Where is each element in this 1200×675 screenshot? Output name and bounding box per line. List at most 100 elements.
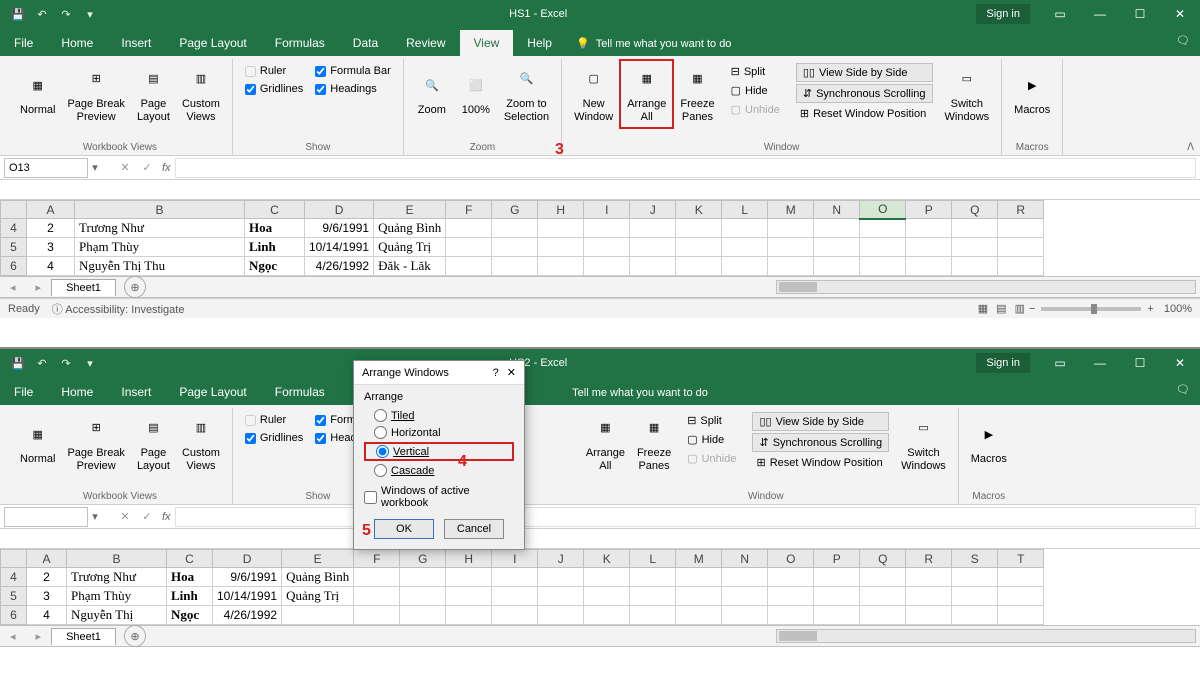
- hide-button[interactable]: ▢Hide: [727, 82, 784, 99]
- close-icon[interactable]: ✕: [1160, 0, 1200, 28]
- share-icon[interactable]: 🗨: [1176, 34, 1190, 47]
- headings-checkbox[interactable]: Headings: [315, 83, 391, 95]
- maximize-icon[interactable]: ☐: [1120, 0, 1160, 28]
- page-layout-button[interactable]: ▤Page Layout: [131, 59, 176, 129]
- save-icon[interactable]: 💾: [8, 4, 28, 24]
- switch-windows-button[interactable]: ▭Switch Windows: [895, 408, 952, 478]
- view-side-by-side-button[interactable]: ▯▯View Side by Side: [752, 412, 889, 431]
- qat-customize-icon[interactable]: ▾: [80, 353, 100, 373]
- minimize-icon[interactable]: —: [1080, 349, 1120, 377]
- zoom-in-icon[interactable]: +: [1147, 303, 1153, 315]
- tab-pagelayout[interactable]: Page Layout: [165, 379, 260, 405]
- split-button[interactable]: ⊟Split: [727, 63, 784, 80]
- custom-views-button[interactable]: ▥Custom Views: [176, 59, 226, 129]
- radio-horizontal[interactable]: Horizontal: [364, 424, 514, 441]
- tab-insert[interactable]: Insert: [107, 379, 165, 405]
- tab-review[interactable]: Review: [392, 30, 459, 56]
- save-icon[interactable]: 💾: [8, 353, 28, 373]
- cancel-entry-icon[interactable]: ✕: [114, 161, 136, 174]
- ruler-checkbox[interactable]: Ruler: [245, 414, 303, 426]
- accessibility-status[interactable]: ⓘ Accessibility: Investigate: [52, 301, 185, 317]
- view-pagebreak-icon[interactable]: ▥: [1015, 302, 1025, 315]
- tell-me-search[interactable]: 💡 Tell me what you want to do: [566, 31, 741, 56]
- confirm-entry-icon[interactable]: ✓: [136, 161, 158, 174]
- qat-customize-icon[interactable]: ▾: [80, 4, 100, 24]
- collapse-ribbon-icon[interactable]: ᐱ: [1187, 142, 1194, 153]
- gridlines-checkbox[interactable]: Gridlines: [245, 432, 303, 444]
- new-window-button[interactable]: ▢New Window: [568, 59, 619, 129]
- formula-input[interactable]: [175, 507, 1196, 527]
- radio-vertical[interactable]: Vertical: [364, 442, 514, 461]
- tab-formulas[interactable]: Formulas: [261, 30, 339, 56]
- ribbon-options-icon[interactable]: ▭: [1040, 349, 1080, 377]
- custom-views-button[interactable]: ▥Custom Views: [176, 408, 226, 478]
- page-layout-button[interactable]: ▤Page Layout: [131, 408, 176, 478]
- reset-window-position-button[interactable]: ⊞Reset Window Position: [752, 454, 889, 471]
- dialog-help-icon[interactable]: ?: [493, 367, 499, 379]
- normal-view-button[interactable]: ▦Normal: [14, 408, 61, 478]
- sheet-tab-1[interactable]: Sheet1: [51, 628, 116, 645]
- tab-file[interactable]: File: [0, 30, 47, 56]
- radio-cascade[interactable]: Cascade: [364, 462, 514, 479]
- arrange-all-button[interactable]: ▦Arrange All: [619, 59, 674, 129]
- normal-view-button[interactable]: ▦Normal: [14, 59, 61, 129]
- view-pagelayout-icon[interactable]: ▤: [996, 302, 1006, 315]
- macros-button[interactable]: ▶Macros: [1008, 59, 1056, 129]
- radio-tiled[interactable]: Tiled: [364, 407, 514, 424]
- maximize-icon[interactable]: ☐: [1120, 349, 1160, 377]
- redo-icon[interactable]: ↷: [56, 4, 76, 24]
- spreadsheet-grid-2[interactable]: ABCDEFGHIJKLMNOPQRST42Trương NhưHoa9/6/1…: [0, 549, 1200, 625]
- active-workbook-checkbox[interactable]: Windows of active workbook: [364, 485, 514, 509]
- tab-view[interactable]: View: [460, 30, 514, 56]
- formula-input[interactable]: [175, 158, 1196, 178]
- namebox-arrow-icon[interactable]: ▾: [88, 510, 102, 523]
- tab-nav-prev-icon[interactable]: ◂: [0, 630, 26, 643]
- cancel-button[interactable]: Cancel: [444, 519, 504, 539]
- tab-nav-next-icon[interactable]: ▸: [26, 630, 52, 643]
- zoom-100-button[interactable]: ⬜100%: [454, 59, 498, 129]
- tab-formulas[interactable]: Formulas: [261, 379, 339, 405]
- zoom-out-icon[interactable]: −: [1029, 303, 1035, 315]
- tab-help[interactable]: Help: [513, 30, 566, 56]
- ribbon-options-icon[interactable]: ▭: [1040, 0, 1080, 28]
- horizontal-scrollbar[interactable]: [776, 629, 1196, 643]
- namebox-arrow-icon[interactable]: ▾: [88, 161, 102, 174]
- horizontal-scrollbar[interactable]: [776, 280, 1196, 294]
- fx-icon[interactable]: fx: [162, 511, 171, 523]
- tab-data[interactable]: Data: [339, 30, 392, 56]
- add-sheet-button[interactable]: ⊕: [124, 625, 146, 647]
- signin-button[interactable]: Sign in: [976, 353, 1030, 373]
- page-break-preview-button[interactable]: ⊞Page Break Preview: [61, 59, 130, 129]
- zoom-slider[interactable]: [1041, 307, 1141, 311]
- redo-icon[interactable]: ↷: [56, 353, 76, 373]
- fx-icon[interactable]: fx: [162, 162, 171, 174]
- tab-insert[interactable]: Insert: [107, 30, 165, 56]
- split-button[interactable]: ⊟Split: [683, 412, 740, 429]
- confirm-entry-icon[interactable]: ✓: [136, 510, 158, 523]
- synchronous-scrolling-button[interactable]: ⇵Synchronous Scrolling: [796, 84, 933, 103]
- minimize-icon[interactable]: —: [1080, 0, 1120, 28]
- macros-button[interactable]: ▶Macros: [965, 408, 1013, 478]
- reset-window-position-button[interactable]: ⊞Reset Window Position: [796, 105, 933, 122]
- undo-icon[interactable]: ↶: [32, 353, 52, 373]
- tab-home[interactable]: Home: [47, 379, 107, 405]
- ruler-checkbox[interactable]: Ruler: [245, 65, 303, 77]
- undo-icon[interactable]: ↶: [32, 4, 52, 24]
- zoom-to-selection-button[interactable]: 🔍Zoom to Selection: [498, 59, 555, 129]
- tab-nav-prev-icon[interactable]: ◂: [0, 281, 26, 294]
- page-break-preview-button[interactable]: ⊞Page Break Preview: [61, 408, 130, 478]
- share-icon[interactable]: 🗨: [1176, 383, 1190, 396]
- tab-file[interactable]: File: [0, 379, 47, 405]
- switch-windows-button[interactable]: ▭Switch Windows: [939, 59, 996, 129]
- freeze-panes-button[interactable]: ▦Freeze Panes: [631, 408, 677, 478]
- add-sheet-button[interactable]: ⊕: [124, 276, 146, 298]
- formulabar-checkbox[interactable]: Formula Bar: [315, 65, 391, 77]
- view-normal-icon[interactable]: ▦: [978, 302, 988, 315]
- hide-button[interactable]: ▢Hide: [683, 431, 740, 448]
- signin-button[interactable]: Sign in: [976, 4, 1030, 24]
- name-box[interactable]: [4, 507, 88, 527]
- gridlines-checkbox[interactable]: Gridlines: [245, 83, 303, 95]
- dialog-close-icon[interactable]: ✕: [507, 366, 516, 379]
- tab-home[interactable]: Home: [47, 30, 107, 56]
- synchronous-scrolling-button[interactable]: ⇵Synchronous Scrolling: [752, 433, 889, 452]
